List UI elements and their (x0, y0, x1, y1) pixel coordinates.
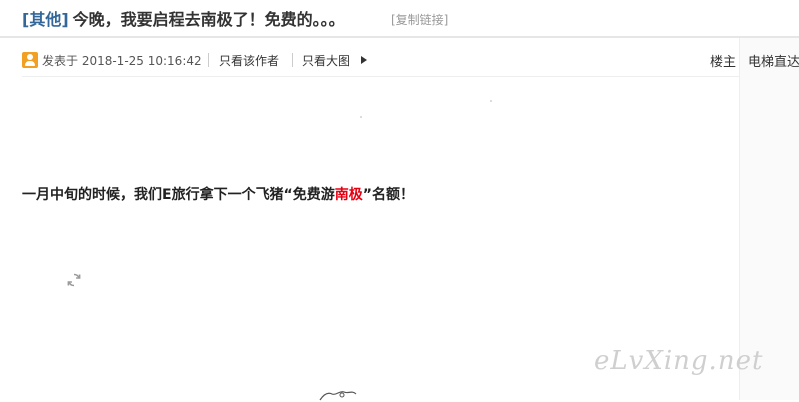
big-image-link[interactable]: 只看大图 (302, 52, 350, 69)
user-icon (22, 52, 38, 68)
thread-category[interactable]: [其他] (22, 10, 69, 29)
meta-separator (292, 53, 293, 67)
thread-title-text: 今晚，我要启程去南极了！免费的。。。 (72, 10, 345, 29)
headline-text: 一月中旬的时候，我们E旅行拿下一个飞猪“免费游 (22, 187, 335, 203)
image-placeholder-dot (360, 116, 362, 118)
meta-separator (208, 53, 209, 67)
post-headline: 一月中旬的时候，我们E旅行拿下一个飞猪“免费游南极”名额！ (22, 184, 414, 204)
post-date: 发表于 2018-1-25 10:16:42 (42, 54, 202, 68)
title-divider (0, 36, 799, 38)
headline-text-end: ”名额！ (362, 187, 414, 203)
meta-divider (22, 76, 739, 77)
headline-highlight: 南极 (334, 187, 363, 203)
play-arrow-icon[interactable] (361, 56, 367, 64)
floor-label: 楼主 (710, 55, 737, 70)
thread-title-bar: [其他] 今晚，我要启程去南极了！免费的。。。 [复制链接] (0, 0, 799, 36)
copy-link-button[interactable]: [复制链接] (391, 11, 448, 28)
reload-icon[interactable] (66, 272, 82, 288)
site-watermark: eLvXing.net (594, 346, 764, 376)
author-only-link[interactable]: 只看该作者 (219, 52, 279, 69)
elevator-link[interactable]: 电梯直达 (748, 51, 799, 70)
image-placeholder-dot (490, 100, 492, 102)
thread-title: [其他] 今晚，我要启程去南极了！免费的。。。 (22, 6, 345, 30)
post-meta-bar: 发表于 2018-1-25 10:16:42 只看该作者 只看大图 楼主 电梯直… (0, 46, 799, 74)
